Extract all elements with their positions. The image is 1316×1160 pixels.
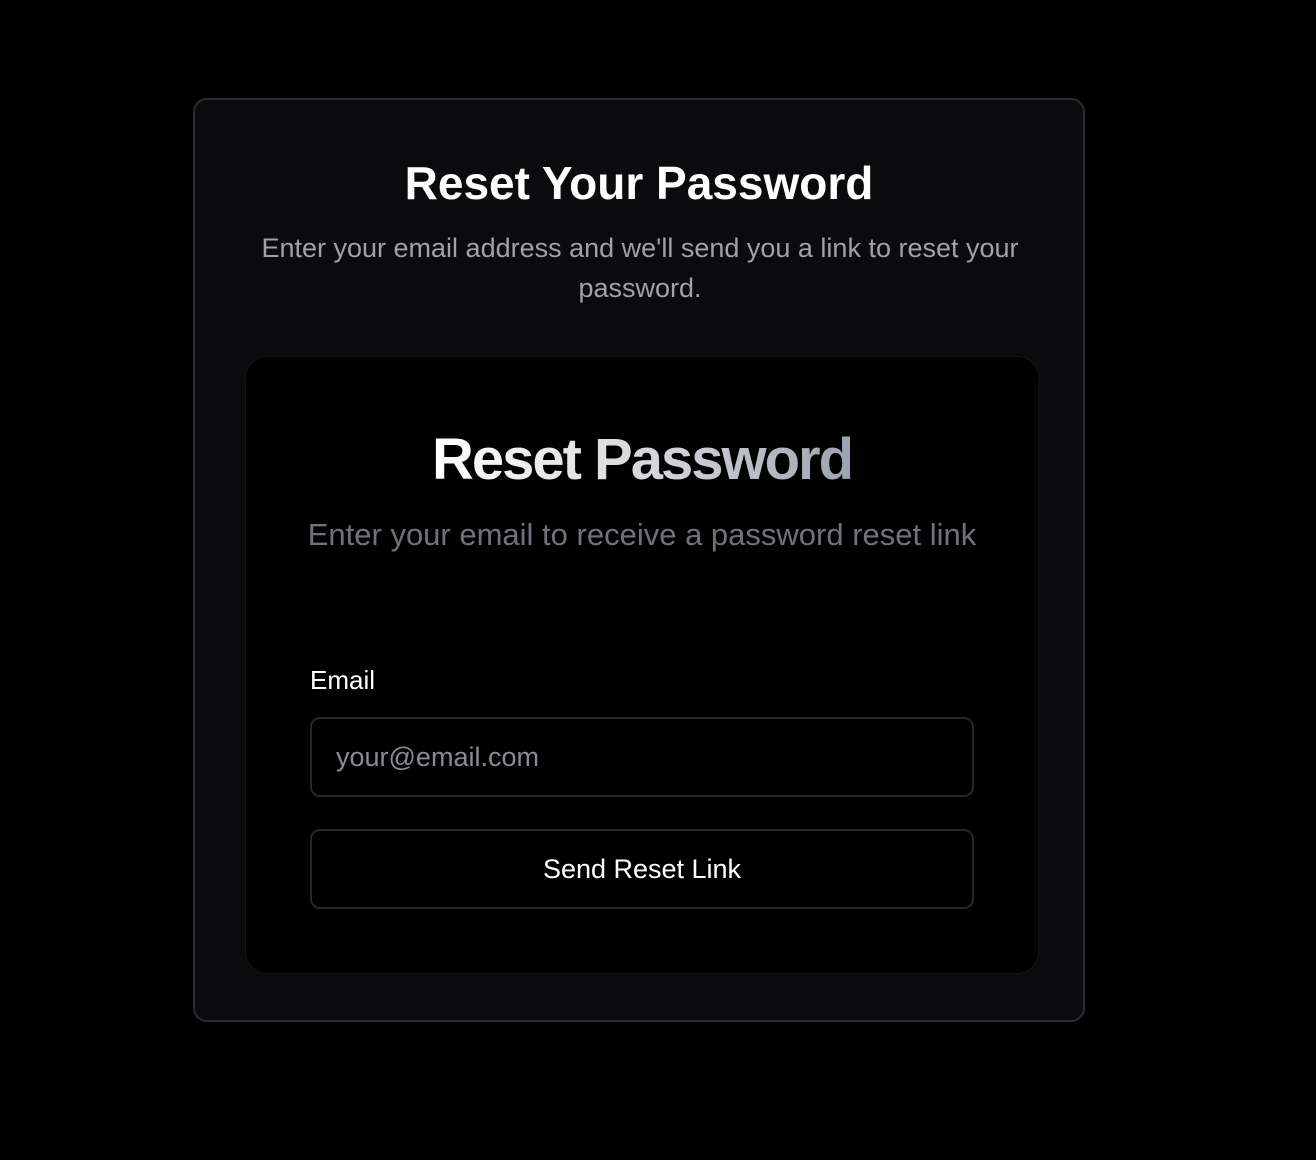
form-title-text: Reset Password — [431, 427, 854, 492]
form-subtitle: Enter your email to receive a password r… — [307, 517, 977, 552]
email-field[interactable] — [310, 717, 974, 797]
reset-form-card: Reset Password Enter your email to recei… — [245, 356, 1039, 974]
form-title: Reset Password — [246, 427, 1038, 493]
reset-password-card: Reset Your Password Enter your email add… — [193, 98, 1085, 1022]
page-title: Reset Your Password — [404, 157, 874, 209]
send-reset-link-button[interactable]: Send Reset Link — [310, 829, 974, 909]
page-subtitle: Enter your email address and we'll send … — [261, 233, 1019, 303]
email-label: Email — [310, 665, 376, 695]
